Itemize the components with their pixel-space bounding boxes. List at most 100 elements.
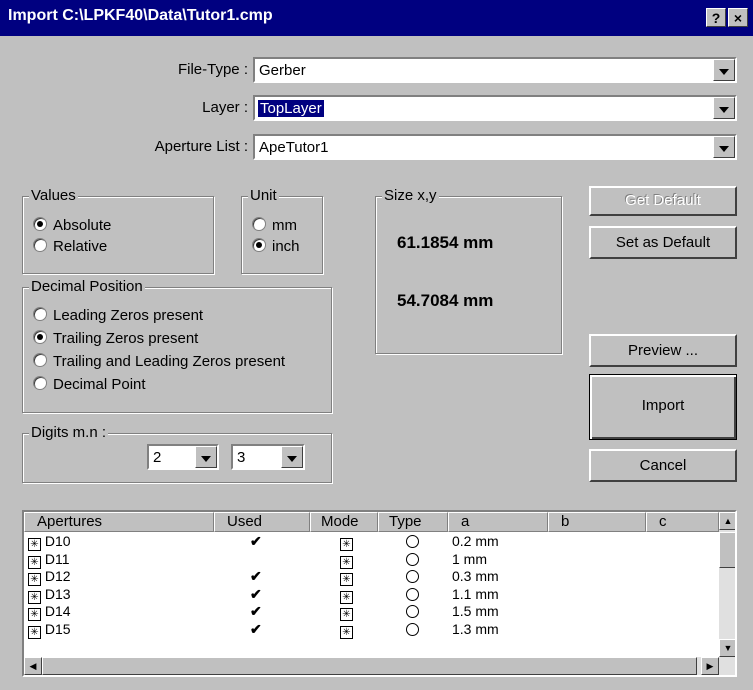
column-header-b[interactable]: b: [548, 512, 646, 532]
layer-value: TopLayer: [258, 100, 324, 117]
radio-inch-label: inch: [272, 238, 300, 255]
close-button[interactable]: ×: [728, 8, 748, 27]
radio-decimal-point-label: Decimal Point: [53, 376, 146, 393]
file-type-select[interactable]: Gerber: [253, 57, 737, 83]
radio-mm-label: mm: [272, 217, 297, 234]
table-row[interactable]: ✳ D15 ✔ ✳ 1.3 mm: [24, 621, 714, 639]
circle-shape-icon: [406, 605, 419, 618]
mode-icon: ✳: [340, 538, 353, 551]
radio-unchecked-icon: [33, 353, 47, 367]
radio-inch[interactable]: inch: [252, 238, 300, 255]
aperture-name: D15: [44, 620, 71, 637]
aperture-list-value: ApeTutor1: [259, 139, 329, 156]
size-x-value: 61.1854 mm: [397, 233, 494, 252]
unit-group-title: Unit: [248, 187, 279, 204]
radio-trailing-zeros[interactable]: Trailing Zeros present: [33, 330, 198, 347]
radio-absolute[interactable]: Absolute: [33, 217, 111, 234]
aperture-a-value: 0.3 mm: [452, 568, 499, 584]
circle-shape-icon: [406, 570, 419, 583]
radio-trailing-leading-label: Trailing and Leading Zeros present: [53, 353, 286, 370]
aperture-list-select[interactable]: ApeTutor1: [253, 134, 737, 160]
chevron-down-icon[interactable]: [713, 136, 735, 158]
table-row[interactable]: ✳ D14 ✔ ✳ 1.5 mm: [24, 603, 714, 621]
help-button[interactable]: ?: [706, 8, 726, 27]
window-title: Import C:\LPKF40\Data\Tutor1.cmp: [8, 7, 273, 24]
radio-trailing-zeros-label: Trailing Zeros present: [53, 330, 199, 347]
radio-unchecked-icon: [33, 238, 47, 252]
column-header-used[interactable]: Used: [214, 512, 310, 532]
aperture-name: D14: [44, 603, 71, 619]
scroll-thumb[interactable]: [719, 532, 735, 568]
file-type-value: Gerber: [259, 62, 306, 79]
size-group-title: Size x,y: [382, 187, 439, 204]
size-group: Size x,y 61.1854 mm 54.7084 mm: [375, 187, 562, 354]
chevron-down-icon[interactable]: [713, 59, 735, 81]
aperture-star-icon: ✳: [28, 590, 41, 604]
circle-shape-icon: [406, 587, 419, 601]
digits-n-select[interactable]: 3: [231, 444, 305, 470]
layer-label: Layer :: [202, 99, 248, 116]
horizontal-scrollbar[interactable]: ◀ ▶: [24, 657, 735, 675]
aperture-a-value: 1.1 mm: [452, 585, 499, 602]
radio-trailing-leading-zeros[interactable]: Trailing and Leading Zeros present: [33, 353, 285, 370]
radio-mm[interactable]: mm: [252, 217, 297, 234]
values-group-title: Values: [29, 187, 78, 204]
vertical-scrollbar[interactable]: ▲ ▼: [719, 512, 735, 657]
circle-shape-icon: [406, 535, 419, 548]
table-row[interactable]: ✳ D10 ✔ ✳ 0.2 mm: [24, 533, 714, 551]
aperture-star-icon: ✳: [28, 555, 41, 569]
chevron-down-icon[interactable]: [195, 446, 217, 468]
decimal-group-title: Decimal Position: [29, 278, 145, 295]
scroll-up-icon[interactable]: ▲: [719, 512, 735, 530]
radio-decimal-point[interactable]: Decimal Point: [33, 376, 146, 393]
aperture-list-label: Aperture List :: [154, 138, 248, 155]
radio-leading-zeros-label: Leading Zeros present: [53, 307, 204, 324]
radio-unchecked-icon: [33, 376, 47, 390]
radio-absolute-label: Absolute: [53, 217, 112, 234]
aperture-a-value: 1 mm: [452, 550, 487, 567]
mode-icon: ✳: [340, 625, 353, 639]
table-row[interactable]: ✳ D11 ✳ 1 mm: [24, 551, 714, 569]
radio-unchecked-icon: [33, 307, 47, 321]
chevron-down-icon[interactable]: [713, 97, 735, 119]
horizontal-scroll-thumb[interactable]: [42, 657, 697, 675]
size-y-value: 54.7084 mm: [397, 291, 494, 310]
column-header-a[interactable]: a: [448, 512, 548, 532]
aperture-star-icon: ✳: [28, 625, 41, 639]
column-header-mode[interactable]: Mode: [310, 512, 378, 532]
digits-m-select[interactable]: 2: [147, 444, 219, 470]
radio-unchecked-icon: [252, 217, 266, 231]
column-header-type[interactable]: Type: [378, 512, 448, 532]
aperture-star-icon: ✳: [28, 608, 41, 621]
scroll-left-icon[interactable]: ◀: [24, 657, 42, 675]
radio-leading-zeros[interactable]: Leading Zeros present: [33, 307, 203, 324]
digits-n-value: 3: [237, 449, 246, 466]
cancel-button[interactable]: Cancel: [589, 449, 737, 482]
unit-group: Unit mm inch: [241, 187, 323, 274]
aperture-a-value: 0.2 mm: [452, 533, 499, 549]
set-as-default-button[interactable]: Set as Default: [589, 226, 737, 259]
radio-relative[interactable]: Relative: [33, 238, 107, 255]
file-type-label: File-Type :: [177, 61, 248, 78]
circle-shape-icon: [406, 622, 419, 636]
scroll-down-icon[interactable]: ▼: [719, 639, 735, 657]
import-button[interactable]: Import: [589, 374, 737, 440]
preview-button[interactable]: Preview ...: [589, 334, 737, 367]
table-row[interactable]: ✳ D12 ✔ ✳ 0.3 mm: [24, 568, 714, 586]
mode-icon: ✳: [340, 555, 353, 569]
scroll-right-icon[interactable]: ▶: [701, 657, 719, 675]
mode-icon: ✳: [340, 608, 353, 621]
get-default-button[interactable]: Get Default: [589, 186, 737, 216]
table-body: ✳ D10 ✔ ✳ 0.2 mm ✳ D11 ✳ 1 mm ✳ D12 ✔ ✳ 0.3 mm ✳ D1…: [24, 533, 719, 655]
column-header-c[interactable]: c: [646, 512, 719, 532]
table-row[interactable]: ✳ D13 ✔ ✳ 1.1 mm: [24, 586, 714, 604]
aperture-star-icon: ✳: [28, 573, 41, 586]
values-group: Values Absolute Relative: [22, 187, 214, 274]
chevron-down-icon[interactable]: [281, 446, 303, 468]
aperture-name: D13: [44, 585, 71, 602]
aperture-a-value: 1.3 mm: [452, 620, 499, 637]
apertures-table[interactable]: Apertures Used Mode Type a b c ✳ D10 ✔ ✳ 0.…: [22, 510, 737, 677]
checkmark-icon: ✔: [250, 533, 262, 549]
layer-select[interactable]: TopLayer: [253, 95, 737, 121]
column-header-apertures[interactable]: Apertures: [24, 512, 214, 532]
